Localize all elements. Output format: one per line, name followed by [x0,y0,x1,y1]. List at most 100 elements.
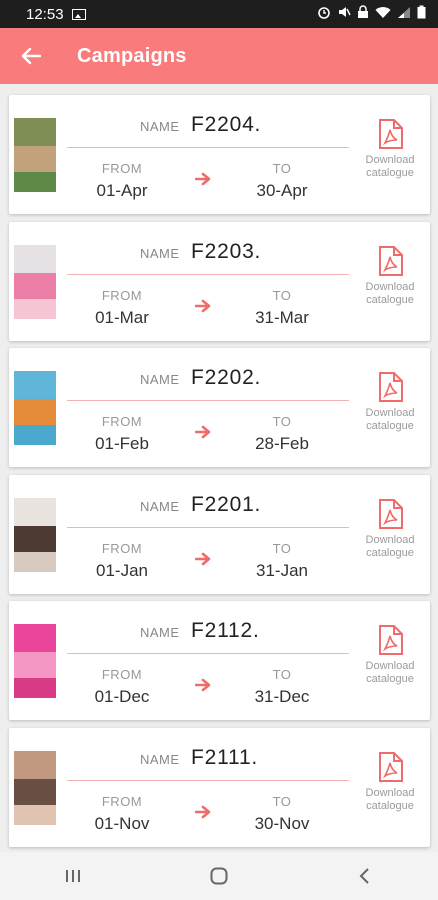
page-title: Campaigns [77,44,187,67]
download-catalogue-button[interactable]: Download catalogue [355,372,425,442]
status-time: 12:53 [26,5,64,23]
download-label-line2: catalogue [366,420,414,432]
download-label: Download catalogue [355,660,425,686]
battery-icon [417,5,426,23]
catalogue-cover-thumbnail[interactable] [14,750,56,825]
download-label-line1: Download [365,280,415,293]
campaign-name: F2201. [191,492,262,516]
to-label: TO [272,667,292,682]
campaign-card[interactable]: NAME F2201. FROM 01-Jan TO 31-Jan Download cata… [9,474,430,594]
to-date: 31-Mar [255,307,309,327]
divider [67,779,349,781]
system-nav-bar [0,852,438,900]
catalogue-cover-thumbnail[interactable] [14,244,56,319]
download-label-line1: Download [365,660,415,672]
recent-apps-button[interactable] [43,856,103,896]
campaign-card[interactable]: NAME F2203. FROM 01-Mar TO 31-Mar Download cata… [9,221,430,341]
pdf-icon [379,119,403,149]
name-label: NAME [140,751,180,767]
download-catalogue-button[interactable]: Download catalogue [355,245,425,316]
from-label: FROM [101,287,143,303]
to-label: TO [272,540,292,556]
download-label-line1: Download [365,154,415,166]
pdf-icon [379,245,403,276]
divider [67,526,349,528]
download-catalogue-button[interactable]: Download catalogue [355,625,425,695]
name-label: NAME [140,372,180,387]
download-label: Download catalogue [355,154,425,180]
download-catalogue-button[interactable]: Download catalogue [355,751,425,822]
from-date: 01-Jan [96,560,148,580]
download-label-line2: catalogue [366,799,414,812]
download-label: Download catalogue [355,407,425,433]
catalogue-cover-thumbnail[interactable] [14,624,56,698]
download-label-line1: Download [365,786,415,799]
pdf-icon [379,372,403,402]
download-label-line1: Download [365,407,415,419]
arrow-right-icon [195,172,211,186]
campaign-name: F2111. [191,745,259,769]
from-label: FROM [101,793,143,809]
campaign-card[interactable]: NAME F2204. FROM 01-Apr TO 30-Apr Download cata… [9,95,430,214]
name-label: NAME [140,498,180,514]
to-date: 31-Dec [254,687,310,706]
to-date: 28-Feb [255,434,309,453]
image-icon [71,8,86,20]
from-label: FROM [101,414,143,429]
home-icon [210,867,228,885]
status-icons [317,5,426,23]
campaign-card[interactable]: NAME F2202. FROM 01-Feb TO 28-Feb Download cata… [9,348,430,467]
to-label: TO [272,414,292,429]
to-label: TO [272,793,292,809]
name-label: NAME [140,625,180,640]
campaign-list[interactable]: NAME F2204. FROM 01-Apr TO 30-Apr Download cata… [0,84,438,852]
download-label: Download catalogue [355,787,425,813]
download-catalogue-button[interactable]: Download catalogue [355,119,425,189]
from-date: 01-Apr [96,181,148,200]
mute-icon [337,5,351,23]
from-date: 01-Nov [94,813,150,833]
download-catalogue-button[interactable]: Download catalogue [355,498,425,569]
catalogue-cover-thumbnail[interactable] [14,497,56,572]
name-label: NAME [140,245,180,261]
divider [67,147,349,148]
from-label: FROM [101,667,143,682]
arrow-right-icon [195,425,211,439]
campaign-card[interactable]: NAME F2111. FROM 01-Nov TO 30-Nov Download cata… [9,727,430,847]
back-button[interactable] [0,28,62,84]
campaign-details: NAME F2204. FROM 01-Apr TO 30-Apr [67,95,349,214]
arrow-left-icon [21,47,41,65]
back-icon [359,868,369,884]
from-date: 01-Mar [95,307,149,327]
home-button[interactable] [189,856,249,896]
arrow-right-icon [195,805,211,818]
download-label-line2: catalogue [366,546,414,559]
to-label: TO [272,161,292,176]
campaign-details: NAME F2203. FROM 01-Mar TO 31-Mar [67,222,349,341]
divider [67,273,349,275]
nav-back-button[interactable] [335,856,395,896]
wifi-icon [375,6,391,23]
campaign-card[interactable]: NAME F2112. FROM 01-Dec TO 31-Dec Download cata… [9,601,430,720]
catalogue-cover-thumbnail[interactable] [14,371,56,445]
name-label: NAME [140,119,180,134]
arrow-right-icon [195,678,211,692]
divider [67,400,349,401]
arrow-right-icon [195,299,211,312]
signal-icon [397,6,411,23]
app-bar: Campaigns [0,28,438,84]
pdf-icon [379,498,403,529]
download-label-line2: catalogue [366,673,414,685]
to-label: TO [272,287,292,303]
lock-icon [357,5,369,23]
download-label: Download catalogue [355,534,425,560]
campaign-name: F2203. [191,239,262,263]
from-label: FROM [101,161,143,176]
arrow-right-icon [195,552,211,565]
campaign-name: F2112. [191,619,260,642]
download-label-line1: Download [365,533,415,546]
campaign-details: NAME F2111. FROM 01-Nov TO 30-Nov [67,728,349,847]
from-date: 01-Feb [95,434,149,453]
catalogue-cover-thumbnail[interactable] [14,118,56,192]
download-label: Download catalogue [355,281,425,307]
